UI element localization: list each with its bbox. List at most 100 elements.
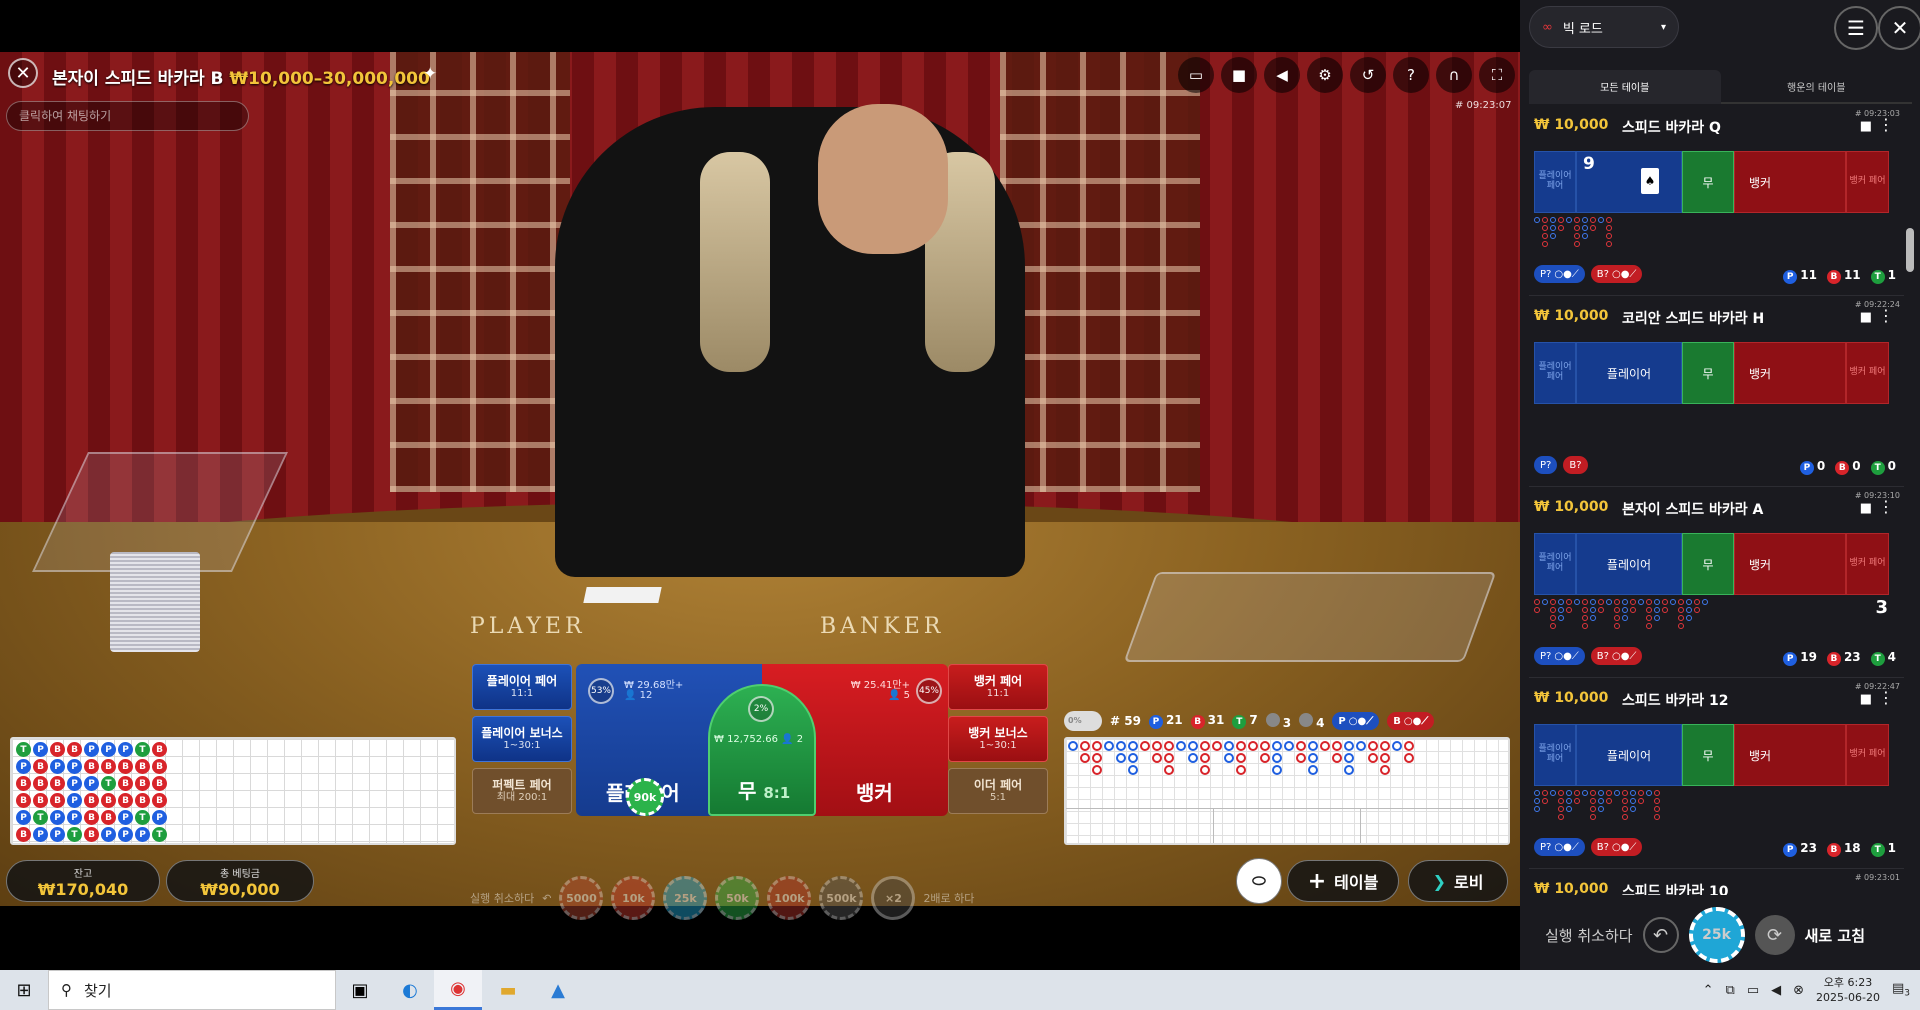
settings-icon[interactable]: ⚙ — [1307, 57, 1343, 93]
road-select[interactable]: ∞ 빅 로드 ▾ — [1529, 6, 1679, 48]
table-player-pair[interactable]: 플레이어 페어 — [1534, 724, 1576, 786]
chip-5000[interactable]: 5000 — [559, 876, 604, 920]
network-icon[interactable]: ⧉ — [1726, 983, 1735, 998]
chat-icon[interactable]: ▭ — [1178, 57, 1214, 93]
table-banker-pair[interactable]: 뱅커 페어 — [1846, 533, 1889, 595]
photos-icon[interactable]: ▲ — [534, 970, 582, 1010]
chip-500k[interactable]: 500k — [819, 876, 864, 920]
table-card[interactable]: # 09:23:10 ₩ 10,000 본자이 스피드 바카라 A ■ ⋮ 플레… — [1529, 487, 1904, 678]
more-icon[interactable]: ⋮ — [1878, 688, 1894, 707]
player-pair-bet[interactable]: 플레이어 페어 11:1 — [472, 664, 572, 710]
chip-stack-button[interactable]: ⬭ — [1236, 858, 1282, 904]
predict-banker[interactable]: B? ○●⟋ — [1590, 838, 1643, 856]
table-player-pair[interactable]: 플레이어 페어 — [1534, 342, 1576, 404]
camera-icon[interactable]: ■ — [1860, 310, 1872, 325]
table-banker[interactable]: 뱅커 — [1734, 533, 1846, 595]
chrome-icon[interactable]: ◉ — [434, 970, 482, 1010]
big-road[interactable] — [1064, 737, 1510, 845]
task-view-icon[interactable]: ▣ — [336, 970, 384, 1010]
close-circle-icon[interactable]: ⊗ — [1793, 983, 1804, 998]
predict-player[interactable]: P? ○●⟋ — [1534, 265, 1585, 283]
notification-icon[interactable]: ▤3 — [1892, 981, 1910, 999]
fullscreen-icon[interactable]: ⛶ — [1479, 57, 1515, 93]
predict-banker[interactable]: B? — [1563, 456, 1588, 474]
predict-player[interactable]: P ○●⟋ — [1332, 712, 1380, 730]
close-panel-button[interactable]: ✕ — [1878, 6, 1920, 50]
tab-all-tables[interactable]: 모든 테이블 — [1529, 70, 1721, 104]
table-banker[interactable]: 뱅커 — [1734, 151, 1846, 213]
tab-lucky-tables[interactable]: 행운의 테이블 — [1720, 70, 1912, 104]
predict-banker[interactable]: B? ○●⟋ — [1590, 265, 1643, 283]
table-banker[interactable]: 뱅커 — [1734, 724, 1846, 786]
video-icon[interactable]: ■ — [1221, 57, 1257, 93]
predict-banker[interactable]: B? ○●⟋ — [1590, 647, 1643, 665]
table-player[interactable]: 플레이어 — [1576, 342, 1682, 404]
chip-50k[interactable]: 50k — [715, 876, 760, 920]
table-player[interactable]: 플레이어 — [1576, 533, 1682, 595]
table-card[interactable]: # 09:23:01 ₩ 10,000 스피드 바카라 10 — [1529, 869, 1904, 895]
headset-icon[interactable]: ∩ — [1436, 57, 1472, 93]
table-player-pair[interactable]: 플레이어 페어 — [1534, 151, 1576, 213]
table-banker-pair[interactable]: 뱅커 페어 — [1846, 151, 1889, 213]
either-pair-bet[interactable]: 이더 페어 5:1 — [948, 768, 1048, 814]
add-table-button[interactable]: + 테이블 — [1287, 860, 1399, 902]
volume-icon[interactable]: ◀ — [1771, 983, 1781, 998]
table-banker[interactable]: 뱅커 — [1734, 342, 1846, 404]
table-card[interactable]: # 09:23:03 ₩ 10,000 스피드 바카라 Q ■ ⋮ 플레이어 페… — [1529, 105, 1904, 296]
table-tie[interactable]: 무 — [1682, 533, 1734, 595]
predict-player[interactable]: P? — [1534, 456, 1558, 474]
table-banker-pair[interactable]: 뱅커 페어 — [1846, 724, 1889, 786]
more-icon[interactable]: ⋮ — [1878, 115, 1894, 134]
camera-icon[interactable]: ■ — [1860, 692, 1872, 707]
more-icon[interactable]: ⋮ — [1878, 497, 1894, 516]
table-tie[interactable]: 무 — [1682, 342, 1734, 404]
close-game-button[interactable]: ✕ — [8, 58, 38, 88]
panel-scrollbar[interactable] — [1906, 228, 1914, 272]
taskbar-clock[interactable]: 오후 6:23 2025-06-20 — [1816, 975, 1880, 1005]
lobby-button[interactable]: ❯ 로비 — [1408, 860, 1508, 902]
bead-road[interactable]: TPBBPBPBBBTPBPBBPPBPPPPTPBPBBBPBTBBPPBBB… — [10, 737, 456, 845]
undo-icon[interactable]: ↶ — [542, 892, 551, 905]
volume-icon[interactable]: ◀ — [1264, 57, 1300, 93]
menu-button[interactable]: ☰ — [1834, 6, 1878, 50]
more-icon[interactable]: ⋮ — [1878, 306, 1894, 325]
chip-10k[interactable]: 10k — [611, 876, 656, 920]
camera-icon[interactable]: ■ — [1860, 501, 1872, 516]
tray-undo-label[interactable]: 실행 취소하다 — [470, 890, 534, 906]
table-player[interactable]: 플레이어 — [1576, 724, 1682, 786]
undo-button[interactable]: ↶ — [1642, 917, 1679, 953]
chat-input[interactable]: 클릭하여 채팅하기 — [6, 101, 249, 131]
refresh-button[interactable]: ⟳ — [1754, 915, 1795, 955]
table-banker-pair[interactable]: 뱅커 페어 — [1846, 342, 1889, 404]
predict-banker[interactable]: B ○●⟋ — [1387, 712, 1435, 730]
player-bonus-bet[interactable]: 플레이어 보너스 1~30:1 — [472, 716, 572, 762]
table-card[interactable]: # 09:22:47 ₩ 10,000 스피드 바카라 12 ■ ⋮ 플레이어 … — [1529, 678, 1904, 869]
chevron-up-icon[interactable]: ⌃ — [1703, 983, 1714, 998]
table-tie[interactable]: 무 — [1682, 724, 1734, 786]
predict-player[interactable]: P? ○●⟋ — [1534, 647, 1585, 665]
windows-start-button[interactable]: ⊞ — [0, 970, 48, 1010]
undo-label[interactable]: 실행 취소하다 — [1545, 925, 1633, 946]
double-button[interactable]: ×2 — [871, 876, 916, 920]
file-explorer-icon[interactable]: ▬ — [484, 970, 532, 1010]
road-toggle[interactable]: 0% — [1064, 711, 1102, 731]
chip-25k[interactable]: 25k — [663, 876, 708, 920]
chip-100k[interactable]: 100k — [767, 876, 812, 920]
banker-pair-bet[interactable]: 뱅커 페어 11:1 — [948, 664, 1048, 710]
camera-icon[interactable]: ■ — [1860, 119, 1872, 134]
selected-chip[interactable]: 25k — [1688, 907, 1745, 963]
banker-bonus-bet[interactable]: 뱅커 보너스 1~30:1 — [948, 716, 1048, 762]
predict-player[interactable]: P? ○●⟋ — [1534, 838, 1585, 856]
monitor-icon[interactable]: ▭ — [1747, 983, 1759, 998]
table-player-pair[interactable]: 플레이어 페어 — [1534, 533, 1576, 595]
table-tie[interactable]: 무 — [1682, 151, 1734, 213]
table-card[interactable]: # 09:22:24 ₩ 10,000 코리안 스피드 바카라 H ■ ⋮ 플레… — [1529, 296, 1904, 487]
table-player[interactable]: 9 ♠ — [1576, 151, 1682, 213]
history-icon[interactable]: ↺ — [1350, 57, 1386, 93]
pin-icon[interactable]: ✦ — [423, 64, 437, 84]
taskbar-search[interactable]: ⚲ 찾기 — [48, 970, 336, 1010]
perfect-pair-bet[interactable]: 퍼펙트 페어 최대 200:1 — [472, 768, 572, 814]
edge-icon[interactable]: ◐ — [386, 970, 434, 1010]
help-icon[interactable]: ? — [1393, 57, 1429, 93]
refresh-label[interactable]: 새로 고침 — [1805, 925, 1865, 946]
